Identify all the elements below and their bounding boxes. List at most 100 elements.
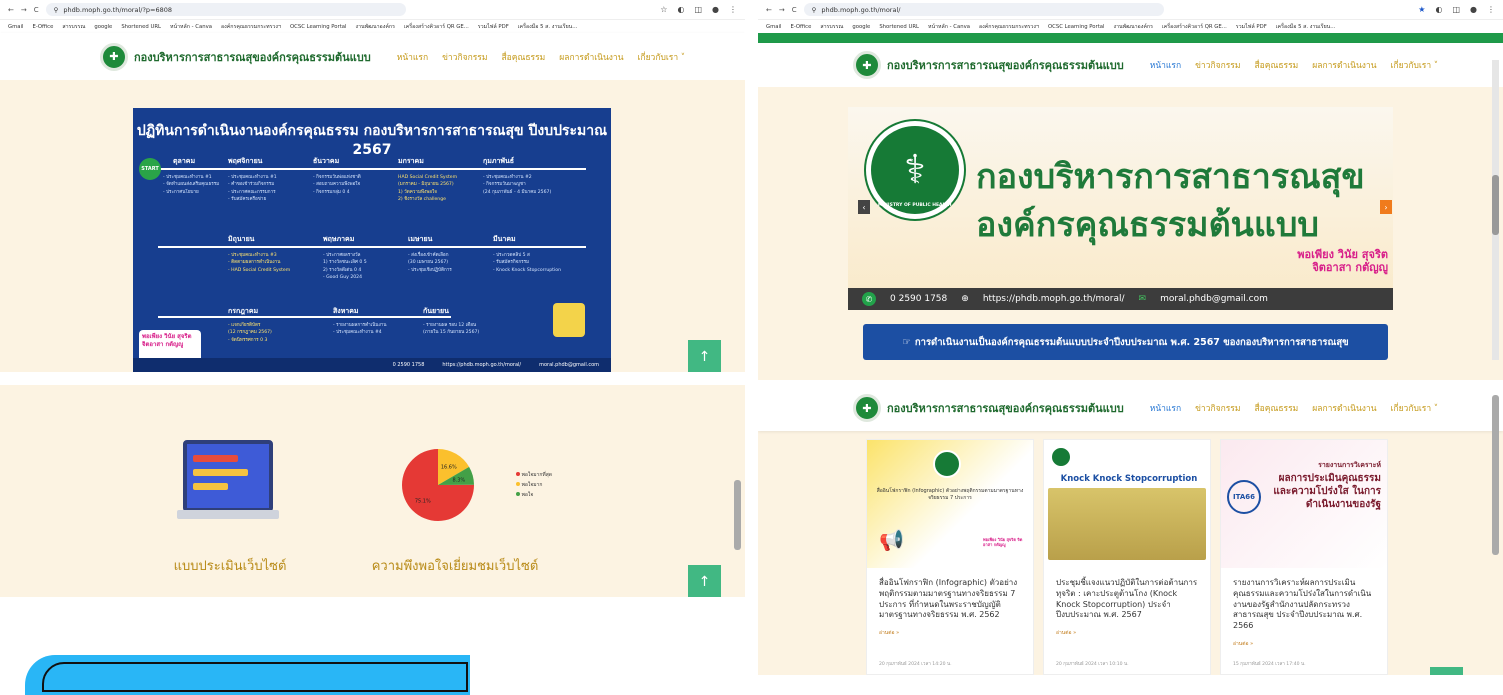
timeline-line (158, 246, 586, 248)
forward-icon[interactable]: → (779, 6, 785, 14)
bookmarks-bar: Gmail E-Office สารบรรณ google Shortened URL ห… (0, 20, 745, 33)
news-card[interactable]: รายงานการวิเคราะห์ ITA66 ผลการประเมินคุณ… (1220, 439, 1388, 675)
bookmark[interactable]: เครื่องมือ 5 ส. งานเรียน... (518, 23, 578, 31)
menu-home[interactable]: หน้าแรก (1150, 401, 1181, 415)
news-card[interactable]: Knock Knock Stopcorruption ประชุมชี้แจงแ… (1043, 439, 1211, 675)
menu-icon[interactable]: ⋮ (729, 5, 737, 14)
address-bar[interactable]: ⚲ phdb.moph.go.th/moral/?p=6808 (45, 3, 406, 16)
legend-item: พอใจมากที่สุด (516, 470, 552, 480)
forward-icon[interactable]: → (21, 6, 27, 14)
satisfaction-link[interactable]: ความพึงพอใจเยี่ยมชมเว็บไซต์ (340, 555, 570, 576)
timeline-line (158, 316, 451, 318)
menu-results[interactable]: ผลการดำเนินงาน (559, 50, 623, 64)
bookmark[interactable]: สารบรรณ (820, 23, 843, 31)
site-brand[interactable]: ✚ กองบริหารการสาธารณสุของค์กรคุณธรรมต้นแบ… (853, 51, 1124, 79)
read-more-link[interactable]: อ่านต่อ » (867, 621, 1033, 637)
bookmark[interactable]: งานพัฒนาองค์กร (356, 23, 395, 31)
bookmark[interactable]: หน้าหลัก - Canva (928, 23, 970, 31)
profile-icon[interactable]: ● (712, 5, 719, 14)
news-card[interactable]: สื่ออินโฟกราฟิก (Infographic) ตัวอย่างพฤ… (866, 439, 1034, 675)
scrollbar-thumb[interactable] (1492, 175, 1499, 235)
hand-point-icon: ☞ (902, 336, 911, 348)
bookmark[interactable]: E-Office (790, 24, 811, 30)
reload-icon[interactable]: C (792, 6, 797, 14)
bookmark[interactable]: E-Office (32, 24, 53, 30)
chevron-left-icon: ‹ (862, 202, 866, 212)
evaluation-link[interactable]: แบบประเมินเว็บไซต์ (150, 555, 310, 576)
menu-news[interactable]: ข่าวกิจกรรม (1195, 401, 1240, 415)
coin-illustration-icon (553, 303, 585, 337)
read-more-link[interactable]: อ่านต่อ » (1221, 632, 1387, 648)
bookmark[interactable]: OCSC Learning Portal (290, 24, 347, 30)
bookmark[interactable]: หน้าหลัก - Canva (170, 23, 212, 31)
star-icon[interactable]: ☆ (660, 5, 667, 14)
main-menu: หน้าแรก ข่าวกิจกรรม สื่อคุณธรรม ผลการดำเนิน… (397, 50, 685, 64)
card-title[interactable]: รายงานการวิเคราะห์ผลการประเมินคุณธรรมและ… (1221, 578, 1387, 632)
scrollbar-thumb[interactable] (734, 480, 741, 550)
menu-about[interactable]: เกี่ยวกับเรา ˅ (638, 50, 686, 64)
annual-results-banner[interactable]: ☞ การดำเนินงานเป็นองค์กรคุณธรรมต้นแบบประจ… (863, 324, 1388, 360)
menu-results[interactable]: ผลการดำเนินงาน (1312, 58, 1376, 72)
moph-logo-icon (1050, 446, 1072, 468)
arrow-up-icon: ↑ (698, 573, 711, 590)
bookmark[interactable]: เครื่องสร้างคิวอาร์ QR GE... (1162, 23, 1227, 31)
menu-about[interactable]: เกี่ยวกับเรา ˅ (1391, 401, 1439, 415)
site-info-icon[interactable]: ⚲ (812, 6, 817, 14)
menu-results[interactable]: ผลการดำเนินงาน (1312, 401, 1376, 415)
scroll-top-button[interactable]: ↑ (688, 565, 721, 597)
bookmark[interactable]: สารบรรณ (62, 23, 85, 31)
bookmark[interactable]: เครื่องมือ 5 ส. งานเรียน... (1276, 23, 1336, 31)
scrollbar[interactable] (1492, 60, 1499, 360)
extensions-icon[interactable]: ◐ (1435, 5, 1442, 14)
scrollbar-thumb[interactable] (1492, 395, 1499, 555)
menu-media[interactable]: สื่อคุณธรรม (1254, 58, 1298, 72)
back-icon[interactable]: ← (8, 6, 14, 14)
calendar-poster: ปฏิทินการดำเนินงานองค์กรคุณธรรม กองบริหา… (133, 108, 611, 372)
menu-home[interactable]: หน้าแรก (397, 50, 428, 64)
bookmark[interactable]: Gmail (8, 24, 23, 30)
menu-about[interactable]: เกี่ยวกับเรา ˅ (1391, 58, 1439, 72)
bookmark[interactable]: Shortened URL (121, 24, 161, 30)
extensions-icon[interactable]: ◐ (677, 5, 684, 14)
bookmark[interactable]: รวมไฟล์ PDF (478, 23, 509, 31)
menu-icon[interactable]: ⋮ (1487, 5, 1495, 14)
bookmark[interactable]: องค์กรคุณธรรมกระทรวงฯ (979, 23, 1039, 31)
top-stripe (758, 33, 1503, 43)
bookmark[interactable]: เครื่องสร้างคิวอาร์ QR GE... (404, 23, 469, 31)
address-bar[interactable]: ⚲ phdb.moph.go.th/moral/ (803, 3, 1164, 16)
bookmark[interactable]: OCSC Learning Portal (1048, 24, 1105, 30)
menu-news[interactable]: ข่าวกิจกรรม (442, 50, 487, 64)
bookmark[interactable]: รวมไฟล์ PDF (1236, 23, 1267, 31)
menu-media[interactable]: สื่อคุณธรรม (1254, 401, 1298, 415)
menu-media[interactable]: สื่อคุณธรรม (501, 50, 545, 64)
bookmark[interactable]: องค์กรคุณธรรมกระทรวงฯ (221, 23, 281, 31)
profile-icon[interactable]: ● (1470, 5, 1477, 14)
scroll-top-button[interactable] (1430, 667, 1463, 675)
read-more-link[interactable]: อ่านต่อ » (1044, 621, 1210, 637)
legend-swatch (516, 492, 520, 496)
site-brand[interactable]: ✚ กองบริหารการสาธารณสุของค์กรคุณธรรมต้นแบ… (100, 42, 371, 71)
scroll-top-button[interactable]: ↑ (688, 340, 721, 372)
bookmark[interactable]: Gmail (766, 24, 781, 30)
site-brand[interactable]: ✚ กองบริหารการสาธารณสุของค์กรคุณธรรมต้นแบ… (853, 394, 1124, 422)
month-label: กรกฎาคม (228, 307, 259, 315)
menu-news[interactable]: ข่าวกิจกรรม (1195, 58, 1240, 72)
chevron-right-icon: › (1384, 202, 1388, 212)
bookmark[interactable]: งานพัฒนาองค์กร (1114, 23, 1153, 31)
slider-next-button[interactable]: › (1380, 200, 1392, 214)
star-icon[interactable]: ★ (1418, 5, 1425, 14)
sidepanel-icon[interactable]: ◫ (1452, 5, 1460, 14)
menu-home[interactable]: หน้าแรก (1150, 58, 1181, 72)
bookmark[interactable]: google (94, 24, 112, 30)
card-title[interactable]: สื่ออินโฟกราฟิก (Infographic) ตัวอย่างพฤ… (867, 578, 1033, 621)
bookmark[interactable]: google (852, 24, 870, 30)
sidepanel-icon[interactable]: ◫ (694, 5, 702, 14)
month-label: ตุลาคม (173, 157, 196, 165)
back-icon[interactable]: ← (766, 6, 772, 14)
reload-icon[interactable]: C (34, 6, 39, 14)
bookmark[interactable]: Shortened URL (879, 24, 919, 30)
card-title[interactable]: ประชุมชี้แจงแนวปฏิบัติในการต่อต้านการทุจ… (1044, 578, 1210, 621)
slider-prev-button[interactable]: ‹ (858, 200, 870, 214)
card-image: รายงานการวิเคราะห์ ITA66 ผลการประเมินคุณ… (1221, 440, 1387, 568)
site-info-icon[interactable]: ⚲ (54, 6, 59, 14)
